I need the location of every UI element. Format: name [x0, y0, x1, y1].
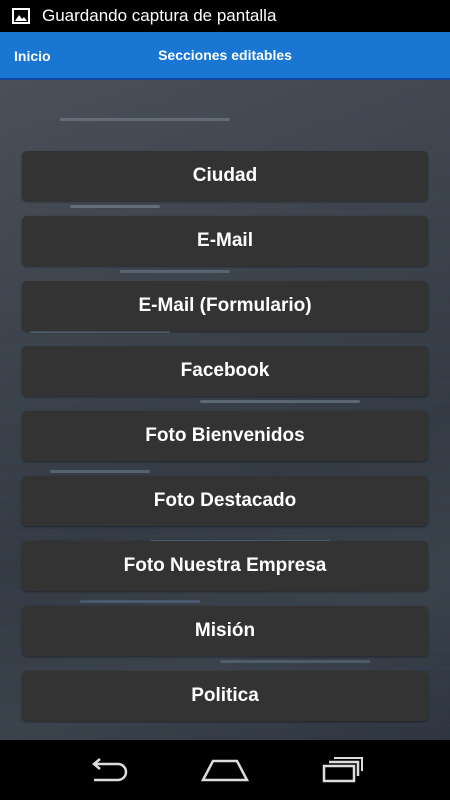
- status-bar: Guardando captura de pantalla: [0, 0, 450, 32]
- section-button-politica[interactable]: Politica: [22, 671, 428, 721]
- image-icon: [12, 8, 30, 24]
- section-button-email[interactable]: E-Mail: [22, 216, 428, 266]
- home-icon[interactable]: [195, 750, 255, 790]
- section-button-foto-nuestra-empresa[interactable]: Foto Nuestra Empresa: [22, 541, 428, 591]
- back-icon[interactable]: [78, 750, 138, 790]
- section-button-mision[interactable]: Misión: [22, 606, 428, 656]
- home-link[interactable]: Inicio: [14, 32, 51, 80]
- content-area: Ciudad E-Mail E-Mail (Formulario) Facebo…: [0, 80, 450, 740]
- page-title: Secciones editables: [158, 47, 292, 63]
- section-button-foto-bienvenidos[interactable]: Foto Bienvenidos: [22, 411, 428, 461]
- section-button-facebook[interactable]: Facebook: [22, 346, 428, 396]
- section-button-email-form[interactable]: E-Mail (Formulario): [22, 281, 428, 331]
- section-button-ciudad[interactable]: Ciudad: [22, 151, 428, 201]
- notification-text: Guardando captura de pantalla: [42, 6, 277, 25]
- section-button-foto-destacado[interactable]: Foto Destacado: [22, 476, 428, 526]
- app-bar: Inicio Secciones editables: [0, 32, 450, 80]
- recents-icon[interactable]: [312, 750, 372, 790]
- sections-list: Ciudad E-Mail E-Mail (Formulario) Facebo…: [22, 151, 428, 736]
- navigation-bar: [0, 740, 450, 800]
